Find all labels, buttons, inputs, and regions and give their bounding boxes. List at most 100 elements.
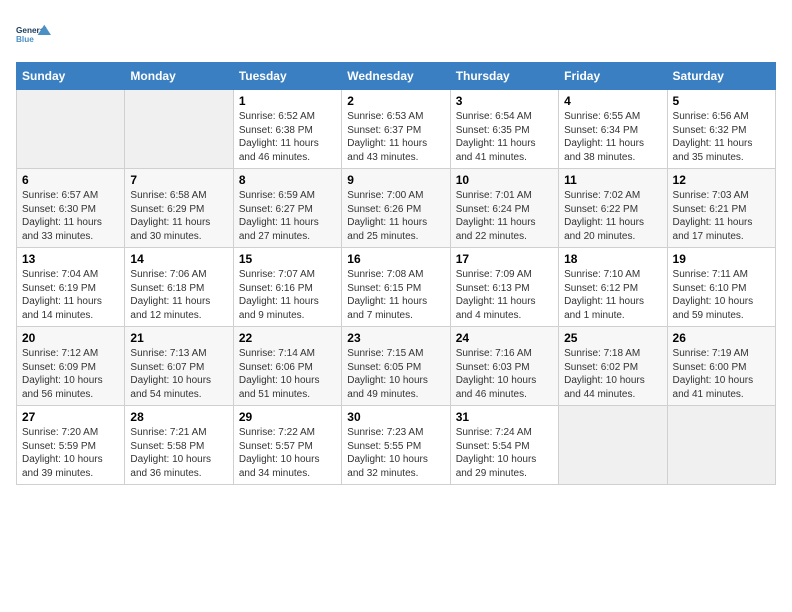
day-cell: 15 Sunrise: 7:07 AM Sunset: 6:16 PM Dayli… bbox=[233, 248, 341, 327]
day-number: 23 bbox=[347, 331, 444, 345]
page-header: GeneralBlue bbox=[16, 16, 776, 52]
day-info: Sunrise: 7:00 AM Sunset: 6:26 PM Dayligh… bbox=[347, 189, 444, 243]
day-number: 17 bbox=[456, 252, 553, 266]
day-cell: 21 Sunrise: 7:13 AM Sunset: 6:07 PM Dayli… bbox=[125, 327, 233, 406]
day-number: 11 bbox=[564, 173, 661, 187]
day-number: 10 bbox=[456, 173, 553, 187]
day-number: 7 bbox=[130, 173, 227, 187]
day-info: Sunrise: 7:20 AM Sunset: 5:59 PM Dayligh… bbox=[22, 426, 119, 480]
day-info: Sunrise: 7:15 AM Sunset: 6:05 PM Dayligh… bbox=[347, 347, 444, 401]
day-cell: 16 Sunrise: 7:08 AM Sunset: 6:15 PM Dayli… bbox=[342, 248, 450, 327]
day-number: 28 bbox=[130, 410, 227, 424]
day-cell: 22 Sunrise: 7:14 AM Sunset: 6:06 PM Dayli… bbox=[233, 327, 341, 406]
day-cell: 13Sunrise: 7:04 AM Sunset: 6:19 PM Dayli… bbox=[17, 248, 125, 327]
day-cell: 24Sunrise: 7:16 AM Sunset: 6:03 PM Dayli… bbox=[450, 327, 558, 406]
day-cell: 3 Sunrise: 6:54 AM Sunset: 6:35 PM Daylig… bbox=[450, 90, 558, 169]
day-info: Sunrise: 6:52 AM Sunset: 6:38 PM Dayligh… bbox=[239, 110, 336, 164]
column-header-tuesday: Tuesday bbox=[233, 63, 341, 90]
day-cell: 7 Sunrise: 6:58 AM Sunset: 6:29 PM Daylig… bbox=[125, 169, 233, 248]
column-header-wednesday: Wednesday bbox=[342, 63, 450, 90]
column-header-thursday: Thursday bbox=[450, 63, 558, 90]
day-cell bbox=[667, 406, 775, 485]
day-cell: 17 Sunrise: 7:09 AM Sunset: 6:13 PM Dayli… bbox=[450, 248, 558, 327]
day-number: 24 bbox=[456, 331, 553, 345]
day-info: Sunrise: 7:18 AM Sunset: 6:02 PM Dayligh… bbox=[564, 347, 661, 401]
day-info: Sunrise: 7:07 AM Sunset: 6:16 PM Dayligh… bbox=[239, 268, 336, 322]
day-info: Sunrise: 6:57 AM Sunset: 6:30 PM Dayligh… bbox=[22, 189, 119, 243]
calendar-table: SundayMondayTuesdayWednesdayThursdayFrid… bbox=[16, 62, 776, 485]
day-info: Sunrise: 6:58 AM Sunset: 6:29 PM Dayligh… bbox=[130, 189, 227, 243]
week-row-4: 20Sunrise: 7:12 AM Sunset: 6:09 PM Dayli… bbox=[17, 327, 776, 406]
day-cell: 28 Sunrise: 7:21 AM Sunset: 5:58 PM Dayli… bbox=[125, 406, 233, 485]
day-number: 16 bbox=[347, 252, 444, 266]
day-number: 22 bbox=[239, 331, 336, 345]
day-number: 27 bbox=[22, 410, 119, 424]
day-info: Sunrise: 6:56 AM Sunset: 6:32 PM Dayligh… bbox=[673, 110, 770, 164]
day-cell: 25 Sunrise: 7:18 AM Sunset: 6:02 PM Dayli… bbox=[559, 327, 667, 406]
day-cell: 18 Sunrise: 7:10 AM Sunset: 6:12 PM Dayli… bbox=[559, 248, 667, 327]
day-number: 30 bbox=[347, 410, 444, 424]
day-cell: 30 Sunrise: 7:23 AM Sunset: 5:55 PM Dayli… bbox=[342, 406, 450, 485]
day-info: Sunrise: 7:10 AM Sunset: 6:12 PM Dayligh… bbox=[564, 268, 661, 322]
day-cell: 19 Sunrise: 7:11 AM Sunset: 6:10 PM Dayli… bbox=[667, 248, 775, 327]
day-info: Sunrise: 6:54 AM Sunset: 6:35 PM Dayligh… bbox=[456, 110, 553, 164]
day-number: 4 bbox=[564, 94, 661, 108]
logo: GeneralBlue bbox=[16, 16, 56, 52]
day-number: 18 bbox=[564, 252, 661, 266]
day-cell: 14 Sunrise: 7:06 AM Sunset: 6:18 PM Dayli… bbox=[125, 248, 233, 327]
week-row-3: 13Sunrise: 7:04 AM Sunset: 6:19 PM Dayli… bbox=[17, 248, 776, 327]
day-number: 21 bbox=[130, 331, 227, 345]
day-info: Sunrise: 7:06 AM Sunset: 6:18 PM Dayligh… bbox=[130, 268, 227, 322]
day-cell: 26Sunrise: 7:19 AM Sunset: 6:00 PM Dayli… bbox=[667, 327, 775, 406]
day-info: Sunrise: 7:21 AM Sunset: 5:58 PM Dayligh… bbox=[130, 426, 227, 480]
week-row-2: 6 Sunrise: 6:57 AM Sunset: 6:30 PM Daylig… bbox=[17, 169, 776, 248]
day-number: 19 bbox=[673, 252, 770, 266]
day-cell bbox=[17, 90, 125, 169]
svg-text:Blue: Blue bbox=[16, 35, 34, 44]
day-info: Sunrise: 7:08 AM Sunset: 6:15 PM Dayligh… bbox=[347, 268, 444, 322]
day-number: 1 bbox=[239, 94, 336, 108]
day-number: 6 bbox=[22, 173, 119, 187]
day-info: Sunrise: 6:53 AM Sunset: 6:37 PM Dayligh… bbox=[347, 110, 444, 164]
day-number: 25 bbox=[564, 331, 661, 345]
day-cell bbox=[559, 406, 667, 485]
day-cell: 6 Sunrise: 6:57 AM Sunset: 6:30 PM Daylig… bbox=[17, 169, 125, 248]
day-info: Sunrise: 7:09 AM Sunset: 6:13 PM Dayligh… bbox=[456, 268, 553, 322]
day-cell: 29Sunrise: 7:22 AM Sunset: 5:57 PM Dayli… bbox=[233, 406, 341, 485]
day-info: Sunrise: 7:14 AM Sunset: 6:06 PM Dayligh… bbox=[239, 347, 336, 401]
day-info: Sunrise: 7:04 AM Sunset: 6:19 PM Dayligh… bbox=[22, 268, 119, 322]
day-cell: 9 Sunrise: 7:00 AM Sunset: 6:26 PM Daylig… bbox=[342, 169, 450, 248]
day-number: 2 bbox=[347, 94, 444, 108]
day-cell: 2 Sunrise: 6:53 AM Sunset: 6:37 PM Daylig… bbox=[342, 90, 450, 169]
logo-icon: GeneralBlue bbox=[16, 16, 52, 52]
day-cell: 8Sunrise: 6:59 AM Sunset: 6:27 PM Daylig… bbox=[233, 169, 341, 248]
day-info: Sunrise: 7:22 AM Sunset: 5:57 PM Dayligh… bbox=[239, 426, 336, 480]
day-cell: 10Sunrise: 7:01 AM Sunset: 6:24 PM Dayli… bbox=[450, 169, 558, 248]
day-number: 15 bbox=[239, 252, 336, 266]
day-cell: 31 Sunrise: 7:24 AM Sunset: 5:54 PM Dayli… bbox=[450, 406, 558, 485]
day-number: 3 bbox=[456, 94, 553, 108]
day-info: Sunrise: 7:03 AM Sunset: 6:21 PM Dayligh… bbox=[673, 189, 770, 243]
week-row-5: 27 Sunrise: 7:20 AM Sunset: 5:59 PM Dayli… bbox=[17, 406, 776, 485]
day-info: Sunrise: 7:11 AM Sunset: 6:10 PM Dayligh… bbox=[673, 268, 770, 322]
day-number: 20 bbox=[22, 331, 119, 345]
day-cell: 1 Sunrise: 6:52 AM Sunset: 6:38 PM Daylig… bbox=[233, 90, 341, 169]
day-info: Sunrise: 7:23 AM Sunset: 5:55 PM Dayligh… bbox=[347, 426, 444, 480]
day-info: Sunrise: 7:02 AM Sunset: 6:22 PM Dayligh… bbox=[564, 189, 661, 243]
day-cell: 5 Sunrise: 6:56 AM Sunset: 6:32 PM Daylig… bbox=[667, 90, 775, 169]
day-number: 14 bbox=[130, 252, 227, 266]
day-info: Sunrise: 7:24 AM Sunset: 5:54 PM Dayligh… bbox=[456, 426, 553, 480]
day-info: Sunrise: 6:59 AM Sunset: 6:27 PM Dayligh… bbox=[239, 189, 336, 243]
day-number: 9 bbox=[347, 173, 444, 187]
day-info: Sunrise: 7:13 AM Sunset: 6:07 PM Dayligh… bbox=[130, 347, 227, 401]
calendar-header-row: SundayMondayTuesdayWednesdayThursdayFrid… bbox=[17, 63, 776, 90]
column-header-friday: Friday bbox=[559, 63, 667, 90]
column-header-sunday: Sunday bbox=[17, 63, 125, 90]
week-row-1: 1 Sunrise: 6:52 AM Sunset: 6:38 PM Daylig… bbox=[17, 90, 776, 169]
day-cell: 23 Sunrise: 7:15 AM Sunset: 6:05 PM Dayli… bbox=[342, 327, 450, 406]
day-cell bbox=[125, 90, 233, 169]
day-cell: 11 Sunrise: 7:02 AM Sunset: 6:22 PM Dayli… bbox=[559, 169, 667, 248]
day-number: 5 bbox=[673, 94, 770, 108]
day-number: 31 bbox=[456, 410, 553, 424]
day-cell: 27 Sunrise: 7:20 AM Sunset: 5:59 PM Dayli… bbox=[17, 406, 125, 485]
